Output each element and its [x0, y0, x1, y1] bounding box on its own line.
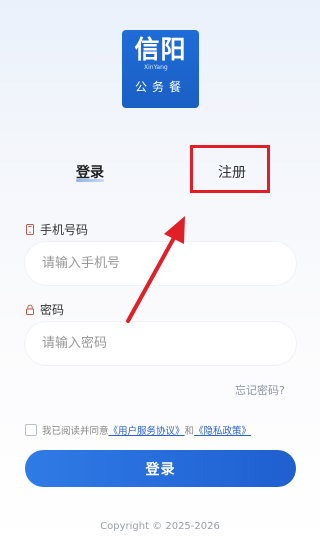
agreement-and: 和	[184, 426, 195, 437]
privacy-policy-link[interactable]: 《隐私政策》	[194, 423, 251, 437]
forgot-password-link[interactable]: 忘记密码?	[235, 382, 285, 398]
logo-pinyin: XinYang	[144, 64, 168, 71]
annotation-highlight-box	[190, 145, 270, 193]
password-label-text: 密码	[40, 303, 65, 317]
password-input[interactable]	[25, 322, 296, 365]
tab-active-indicator	[76, 179, 104, 182]
agreement-checkbox[interactable]	[25, 424, 37, 436]
password-label: 密码	[25, 301, 64, 318]
auth-tabs: 登录 注册	[0, 150, 320, 194]
agreement-prefix: 我已阅读并同意	[42, 426, 109, 437]
phone-label-text: 手机号码	[40, 223, 89, 237]
agreement-row: 我已阅读并同意 《用户服务协议》 和 《隐私政策》	[25, 423, 251, 437]
logo-subtitle: 公务餐	[134, 80, 186, 94]
copyright-text: Copyright © 2025-2026	[100, 521, 220, 532]
login-button[interactable]: 登录	[25, 450, 296, 487]
phone-label: 手机号码	[25, 221, 88, 238]
lock-icon	[26, 304, 34, 315]
phone-icon	[26, 224, 34, 235]
logo-title: 信阳	[134, 35, 187, 64]
app-logo: 信阳 XinYang 公务餐	[122, 30, 199, 108]
phone-input[interactable]	[25, 242, 296, 285]
tab-login[interactable]: 登录	[76, 162, 104, 182]
user-agreement-link[interactable]: 《用户服务协议》	[109, 423, 185, 437]
